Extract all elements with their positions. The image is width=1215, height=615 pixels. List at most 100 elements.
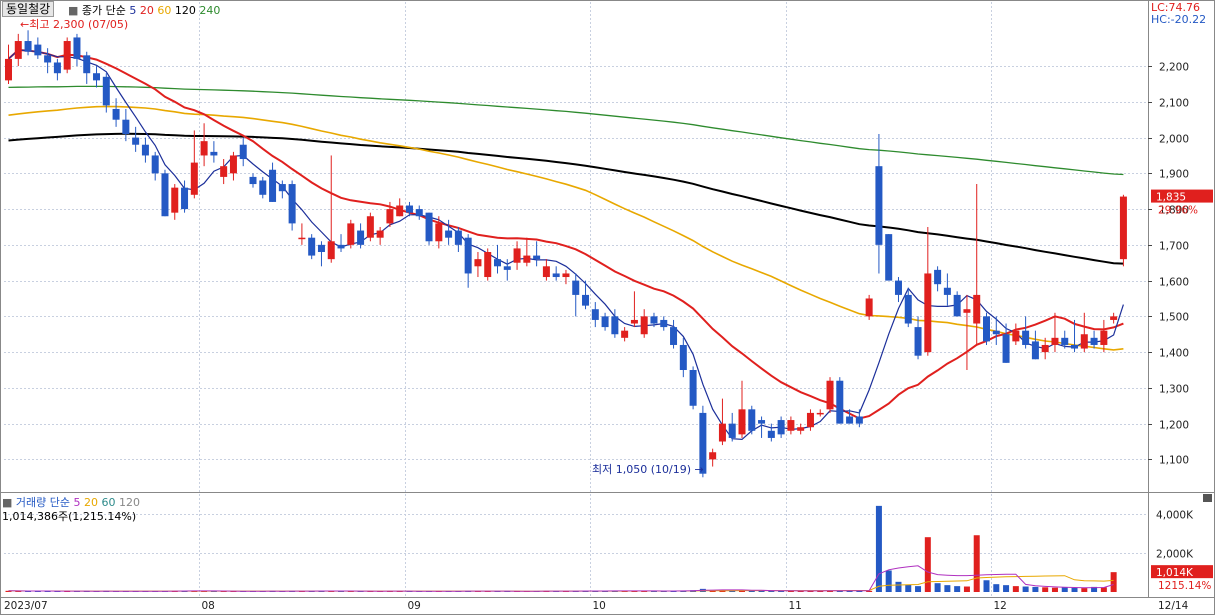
candle-body	[875, 166, 883, 245]
price-tick-label: 1,600	[1159, 277, 1189, 289]
candle-body	[141, 144, 149, 156]
ma20-legend: 20	[139, 4, 154, 17]
candle-body	[542, 266, 550, 278]
price-tick-label: 1,400	[1159, 348, 1189, 360]
volume-bar	[1110, 572, 1117, 592]
candle-body	[376, 230, 384, 238]
price-tick-label: 1,500	[1159, 312, 1189, 324]
candle-body	[298, 237, 306, 240]
price-tick-label: 2,200	[1159, 62, 1189, 74]
ma240-line	[8, 85, 1124, 176]
candle-body	[1031, 341, 1039, 360]
candle-body	[259, 180, 267, 195]
candle-body	[973, 294, 981, 324]
candle-body	[855, 416, 863, 424]
volume-last-label: 1,014K	[1156, 567, 1194, 579]
ma5-legend: 5	[129, 4, 137, 17]
candle-body	[1051, 337, 1059, 345]
price-chart[interactable]: 1,1001,2001,3001,4001,5001,6001,7001,800…	[0, 0, 1215, 615]
candle-body	[621, 330, 629, 338]
volume-tick-label: 2,000K	[1156, 549, 1194, 561]
price-ma-legend: ■ 종가 단순 5 20 60 120 240	[68, 2, 220, 18]
candle-body	[1071, 344, 1079, 349]
candle-body	[181, 187, 189, 210]
candle-body	[904, 294, 912, 324]
price-tick-label: 1,900	[1159, 169, 1189, 181]
stock-name-title[interactable]: 동일철강	[2, 1, 55, 17]
last-price-label: 1,835	[1156, 192, 1186, 204]
candle-body	[200, 141, 208, 156]
candle-body	[357, 230, 365, 245]
candle-body	[709, 452, 717, 460]
low-annotation: 최저 1,050 (10/19) →	[592, 463, 704, 476]
volume-bar	[1081, 588, 1088, 592]
candle-body	[366, 216, 374, 238]
candle-body	[992, 330, 1000, 335]
candle-body	[102, 76, 110, 106]
candle-body	[494, 259, 501, 267]
ma5-line	[8, 49, 1124, 441]
candle-body	[337, 244, 345, 249]
candle-body	[210, 151, 218, 156]
candle-body	[885, 234, 893, 281]
candle-body	[93, 73, 101, 81]
candle-body	[386, 209, 394, 224]
candle-body	[278, 184, 286, 192]
candle-body	[327, 241, 335, 260]
candle-body	[63, 41, 71, 70]
stock-chart-window: 1,100 1,200 1,300 1,400 1,500 1,600 1,700 1,800…	[0, 0, 1215, 615]
candle-body	[396, 205, 404, 217]
candle-body	[943, 287, 951, 295]
candle-body	[14, 41, 22, 59]
candle-body	[914, 327, 922, 356]
candle-body	[591, 309, 599, 320]
candle-body	[1119, 196, 1127, 260]
candle-body	[44, 55, 52, 63]
date-axis-label: 09	[408, 600, 421, 612]
candle-body	[122, 119, 130, 134]
candle-body	[846, 416, 854, 424]
candle-body	[836, 380, 844, 424]
candle-body	[963, 309, 971, 313]
candle-body	[132, 137, 140, 145]
price-tick-label: 1,200	[1159, 420, 1189, 432]
candle-body	[464, 237, 472, 274]
volume-bar	[875, 505, 882, 592]
candle-body	[797, 427, 805, 431]
volume-bar	[1061, 587, 1068, 592]
candle-body	[269, 169, 277, 202]
candle-body	[523, 255, 531, 263]
volume-bar	[915, 586, 922, 592]
candle-body	[425, 212, 433, 242]
candle-body	[934, 269, 942, 285]
price-tick-label: 2,100	[1159, 98, 1189, 110]
candle-body	[924, 273, 932, 353]
candle-body	[728, 423, 736, 438]
candle-body	[1100, 330, 1108, 345]
volume-tick-label: 4,000K	[1156, 510, 1194, 522]
price-tick-label: 1,700	[1159, 241, 1189, 253]
volume-bar	[905, 584, 912, 592]
candle-body	[1061, 337, 1069, 345]
candle-body	[445, 230, 453, 238]
candle-body	[171, 187, 179, 213]
date-axis-label: 08	[202, 600, 215, 612]
candle-body	[611, 316, 619, 335]
candle-body	[24, 41, 32, 52]
volume-bar	[944, 585, 951, 592]
last-change-label: 29.96%	[1158, 205, 1198, 217]
date-axis-label: 12	[994, 600, 1007, 612]
high-annotation: ←최고 2,300 (07/05)	[20, 18, 128, 31]
candle-body	[787, 420, 795, 431]
candle-body	[660, 319, 668, 328]
candle-body	[1110, 316, 1118, 320]
candle-body	[601, 316, 609, 328]
candle-body	[190, 162, 198, 195]
candle-body	[679, 344, 687, 370]
candle-body	[767, 430, 775, 438]
candle-body	[347, 223, 355, 245]
candle-body	[229, 155, 237, 174]
price-tick-label: 1,300	[1159, 384, 1189, 396]
candle-body	[689, 370, 697, 406]
candle-body	[151, 155, 159, 174]
